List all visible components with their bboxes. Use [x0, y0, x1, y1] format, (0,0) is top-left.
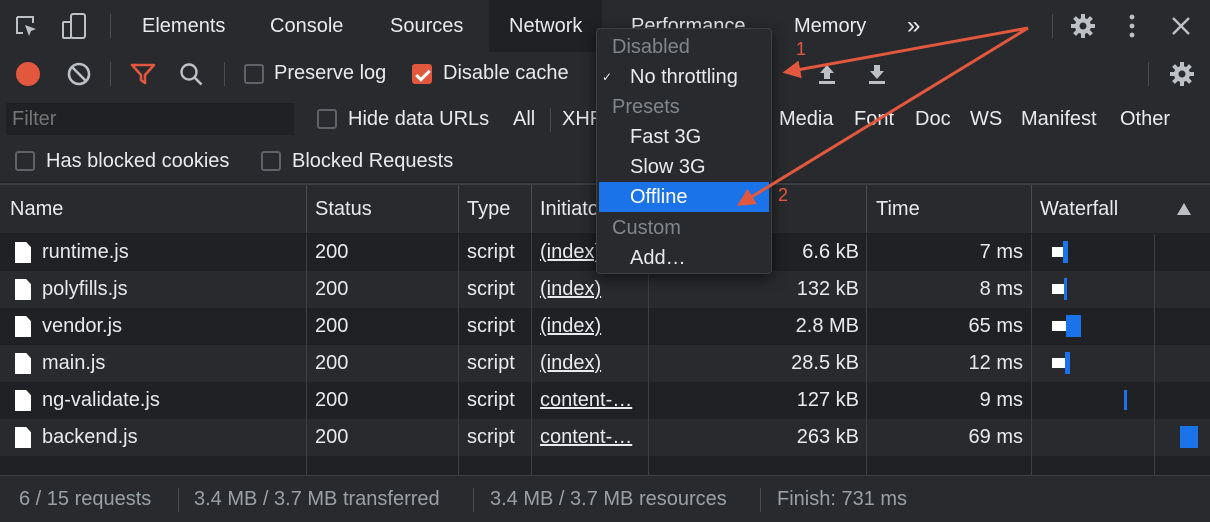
annotation-number-1: 1: [796, 39, 807, 59]
annotation-number-2: 2: [778, 185, 789, 205]
annotation-arrows: [736, 26, 1029, 206]
